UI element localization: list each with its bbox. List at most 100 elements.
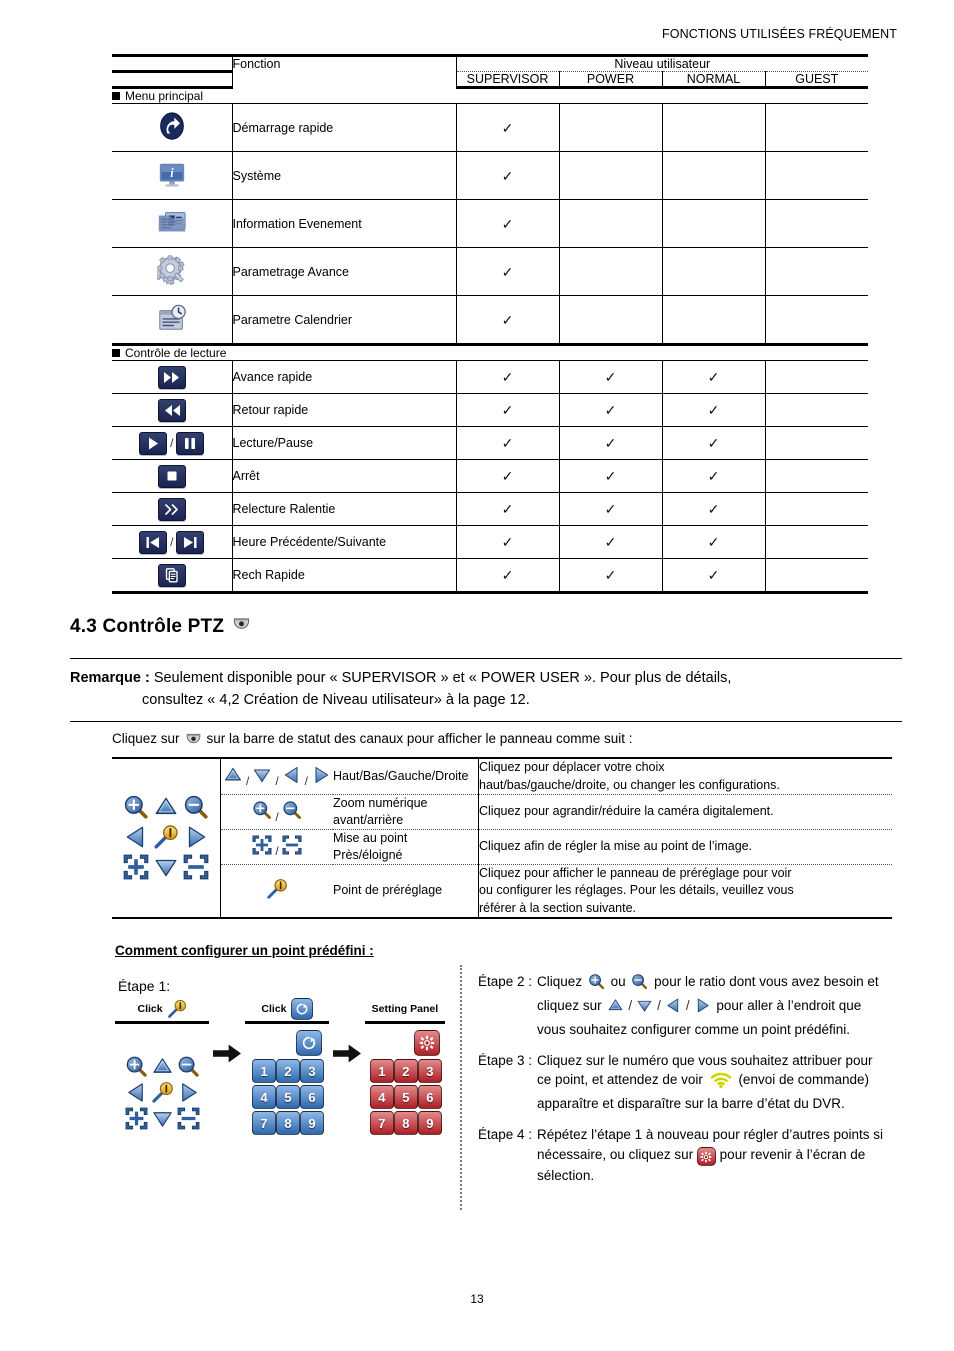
ptz-panel-table-wrapper: / / / Haut/Bas/Gauche/Droite Cliquez pour …	[112, 757, 892, 919]
right-arrow-icon[interactable]	[177, 1081, 200, 1109]
preset-key-7[interactable]: 7	[369, 1111, 394, 1135]
step-3-body: Cliquez sur le numéro que vous souhaitez…	[537, 1051, 890, 1115]
preset-key-1[interactable]: 1	[369, 1059, 394, 1083]
section-title: 4.3 Contrôle PTZ	[70, 614, 251, 639]
note-line-1: Remarque : Seulement disponible pour « S…	[70, 667, 902, 689]
step-4-text-3: pour	[719, 1146, 747, 1162]
preset-key-8[interactable]: 8	[275, 1111, 300, 1135]
left-arrow-icon[interactable]	[125, 1081, 148, 1109]
permission-cell-guest	[764, 360, 869, 394]
right-arrow-icon[interactable]	[311, 774, 331, 788]
up-arrow-icon[interactable]	[151, 1055, 174, 1083]
zoom-in-icon[interactable]	[252, 809, 272, 823]
preset-key-icon[interactable]	[266, 889, 288, 903]
up-arrow-icon[interactable]	[153, 794, 179, 823]
preset-keypad-red[interactable]: 123456789	[369, 1059, 442, 1135]
preset-key-9[interactable]: 9	[299, 1111, 324, 1135]
row-icon-cell	[112, 247, 232, 296]
subheader-icon-col	[112, 71, 232, 89]
focus-near-icon[interactable]	[123, 854, 149, 883]
check-mark-icon: ✓	[501, 402, 514, 418]
right-arrow-icon[interactable]	[183, 824, 209, 853]
permission-cell-guest	[764, 492, 869, 526]
step-4: Étape 4 : Répétez l’étape 1 à nouveau po…	[478, 1125, 890, 1186]
step-2-body: Cliquez ou pour le ratio dont vous avez …	[537, 972, 890, 1040]
permission-cell-supervisor: ✓	[455, 360, 559, 394]
fast-forward-icon[interactable]	[157, 365, 186, 389]
permission-cell-supervisor: ✓	[455, 247, 559, 296]
zoom-in-icon[interactable]	[123, 794, 149, 823]
rewind-icon[interactable]	[157, 398, 186, 422]
ptz-name-line: avant/arrière	[333, 812, 404, 827]
zoom-out-icon[interactable]	[282, 809, 302, 823]
ptz-control-cluster	[112, 757, 221, 919]
preset-key-9[interactable]: 9	[417, 1111, 442, 1135]
left-arrow-icon	[665, 1002, 682, 1017]
play-icon[interactable]	[139, 431, 168, 455]
next-hour-icon[interactable]	[176, 530, 205, 554]
row-function-label: Heure Précédente/Suivante	[231, 525, 456, 559]
permission-cell-power: ✓	[558, 393, 662, 427]
focus-far-icon[interactable]	[177, 1107, 200, 1135]
preset-key-3[interactable]: 3	[417, 1059, 442, 1083]
group-label-cell: Contrôle de lecture	[112, 344, 869, 361]
permission-cell-guest	[764, 525, 869, 559]
row-icon-cell	[112, 459, 232, 493]
bullet-square-icon	[112, 92, 120, 100]
check-mark-icon: ✓	[707, 402, 720, 418]
ptz-desc-line: Cliquez pour afficher le panneau de prér…	[479, 865, 792, 880]
focus-near-icon[interactable]	[125, 1107, 148, 1135]
preset-key-5[interactable]: 5	[275, 1085, 300, 1109]
permission-cell-normal: ✓	[661, 360, 765, 394]
pause-icon[interactable]	[176, 431, 205, 455]
flow-caption-text: Click	[261, 1003, 287, 1015]
check-mark-icon: ✓	[604, 402, 617, 418]
check-mark-icon: ✓	[501, 534, 514, 550]
zoom-in-icon[interactable]	[125, 1055, 148, 1083]
row-function-label: Rech Rapide	[231, 558, 456, 594]
check-mark-icon: ✓	[604, 468, 617, 484]
ptz-dome-camera-icon	[185, 730, 202, 747]
focus-near-icon[interactable]	[252, 844, 272, 858]
preset-key-1[interactable]: 1	[251, 1059, 276, 1083]
step-2-text-7: comme un point prédéfini.	[694, 1021, 850, 1037]
zoom-out-icon[interactable]	[183, 794, 209, 823]
up-arrow-icon[interactable]	[223, 774, 243, 788]
preset-key-icon[interactable]	[153, 824, 179, 853]
down-arrow-icon[interactable]	[252, 774, 272, 788]
permissions-table-wrapper: Fonction Niveau utilisateur SUPERVISOR POWE…	[112, 54, 869, 594]
table-row: Relecture Ralentie ✓ ✓ ✓	[112, 492, 869, 526]
flow-panel-2: Click 123456789	[245, 998, 329, 1135]
focus-far-icon[interactable]	[183, 854, 209, 883]
preset-key-5[interactable]: 5	[393, 1085, 418, 1109]
preset-key-3[interactable]: 3	[299, 1059, 324, 1083]
preset-key-6[interactable]: 6	[417, 1085, 442, 1109]
preset-keypad-blue[interactable]: 123456789	[251, 1059, 324, 1135]
down-arrow-icon[interactable]	[151, 1107, 174, 1135]
slow-playback-icon[interactable]	[157, 497, 186, 521]
go-preset-icon[interactable]	[295, 1030, 322, 1056]
preset-key-4[interactable]: 4	[369, 1085, 394, 1109]
permission-cell-guest	[764, 426, 869, 460]
preset-key-icon[interactable]	[151, 1081, 174, 1109]
header-user-level: Niveau utilisateur	[455, 54, 869, 72]
preset-key-6[interactable]: 6	[299, 1085, 324, 1109]
previous-hour-icon[interactable]	[139, 530, 168, 554]
table-row: Information Evenement ✓	[112, 199, 869, 248]
zoom-out-icon[interactable]	[177, 1055, 200, 1083]
left-arrow-icon[interactable]	[123, 824, 149, 853]
preset-key-2[interactable]: 2	[393, 1059, 418, 1083]
flow-rule	[115, 1021, 210, 1024]
focus-far-icon[interactable]	[282, 844, 302, 858]
preset-key-8[interactable]: 8	[393, 1111, 418, 1135]
preset-key-2[interactable]: 2	[275, 1059, 300, 1083]
check-mark-icon: ✓	[501, 263, 514, 280]
quick-search-icon[interactable]	[157, 563, 186, 587]
preset-key-7[interactable]: 7	[251, 1111, 276, 1135]
preset-key-4[interactable]: 4	[251, 1085, 276, 1109]
down-arrow-icon[interactable]	[153, 854, 179, 883]
left-arrow-icon[interactable]	[282, 774, 302, 788]
settings-gear-red-icon[interactable]	[413, 1030, 440, 1056]
stop-icon[interactable]	[157, 464, 186, 488]
step-2-text-3: pour le ratio dont vous avez	[654, 974, 821, 989]
